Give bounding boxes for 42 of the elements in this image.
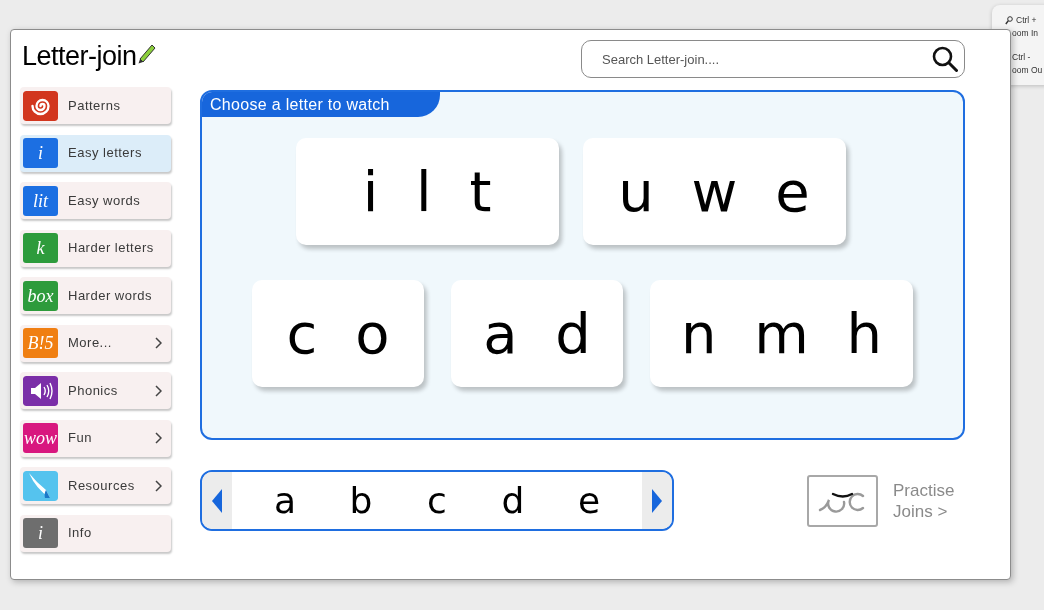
- shortcut-text: oom In: [1012, 27, 1038, 40]
- shortcut-text: Ctrl -: [1012, 51, 1031, 64]
- letter-button[interactable]: e: [551, 478, 627, 523]
- letter-tile: wow: [23, 423, 58, 453]
- sidebar-item[interactable]: k Harder letters: [20, 229, 171, 267]
- practise-joins-link[interactable]: Practise Joins >: [893, 479, 965, 522]
- letter-button[interactable]: d: [475, 478, 551, 523]
- search-icon[interactable]: [932, 46, 958, 72]
- logo-text: Letter-join: [21, 40, 137, 72]
- shortcut-text: Ctrl +: [1016, 14, 1037, 27]
- search-field[interactable]: Search Letter-join....: [581, 40, 965, 78]
- left-triangle-icon: [212, 488, 222, 513]
- sidebar-item[interactable]: i Easy letters: [20, 134, 171, 172]
- letter-group-button[interactable]: n m h: [650, 280, 913, 387]
- shortcut-text: oom Ou: [1012, 64, 1043, 77]
- pencil-icon: [136, 42, 157, 64]
- scroll-left-button[interactable]: [202, 472, 232, 529]
- sidebar-item[interactable]: B!5 More...: [20, 324, 171, 362]
- letter-button[interactable]: c: [399, 478, 475, 523]
- sidebar-item[interactable]: Patterns: [20, 87, 171, 124]
- letter-tile: lit: [23, 185, 58, 216]
- sidebar-item[interactable]: Phonics: [20, 372, 171, 409]
- letter-group-button[interactable]: i l t: [295, 138, 559, 245]
- sidebar-item[interactable]: box Harder words: [20, 277, 171, 314]
- scroll-right-button[interactable]: [642, 472, 672, 529]
- right-triangle-icon: [652, 488, 662, 513]
- sidebar-item[interactable]: Resources: [20, 467, 171, 504]
- sidebar-item[interactable]: wow Fun: [20, 419, 171, 457]
- letter-join-icon[interactable]: [807, 474, 878, 527]
- letter-group-button[interactable]: c o: [252, 280, 424, 387]
- letter-button[interactable]: b: [323, 478, 399, 523]
- letter-tile: i: [23, 138, 58, 168]
- panel-title: Choose a letter to watch: [202, 92, 440, 117]
- letter-group-button[interactable]: a d: [451, 280, 623, 387]
- sidebar-item[interactable]: lit Easy words: [20, 182, 171, 219]
- letter-group-button[interactable]: u w e: [582, 138, 846, 245]
- letter-button[interactable]: a: [247, 478, 323, 523]
- letter-tile: k: [23, 233, 58, 263]
- letter-tile: box: [23, 280, 58, 311]
- letter-tile: B!5: [23, 328, 58, 358]
- sidebar-item[interactable]: i Info: [20, 514, 171, 552]
- letter-tile: i: [23, 518, 58, 548]
